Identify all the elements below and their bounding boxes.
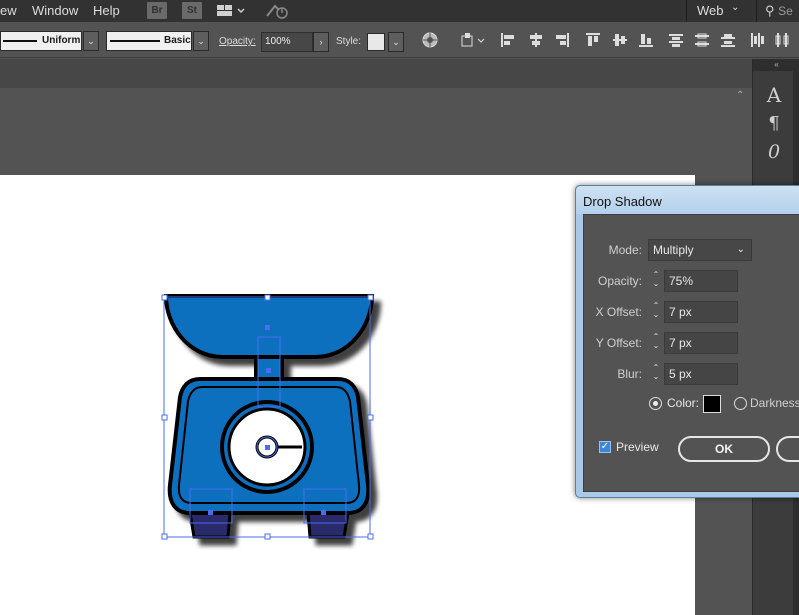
- align-horizontal-center-icon[interactable]: [528, 32, 544, 48]
- workspace-switcher[interactable]: Web ⌄: [686, 0, 752, 22]
- cancel-button[interactable]: [776, 436, 799, 462]
- style-dropdown-button[interactable]: ⌄: [388, 32, 404, 52]
- menu-help[interactable]: Help: [93, 3, 120, 18]
- stroke-line-icon: [3, 40, 37, 42]
- character-panel-icon[interactable]: A: [753, 83, 795, 111]
- dialog-body: Mode: Multiply ⌄ Opacity: ⌃ ⌄ 75% X Offse…: [583, 214, 799, 492]
- chevron-down-icon: ⌄: [736, 244, 745, 255]
- stock-button[interactable]: St: [182, 2, 202, 19]
- blur-input[interactable]: 5 px: [664, 363, 738, 385]
- distribute-bottom-icon[interactable]: [720, 32, 736, 48]
- x-offset-label: X Offset:: [595, 305, 642, 319]
- bridge-button[interactable]: Br: [147, 2, 167, 19]
- align-left-icon[interactable]: [500, 32, 516, 48]
- expand-panels-icon[interactable]: «: [753, 59, 799, 71]
- mode-value: Multiply: [653, 243, 694, 257]
- kitchen-scale-artwork[interactable]: [150, 285, 390, 555]
- radio-dot-icon: [653, 401, 658, 406]
- opacity-input[interactable]: 75%: [664, 270, 738, 292]
- scale-body: [163, 294, 375, 539]
- x-offset-stepper[interactable]: ⌃ ⌄: [650, 301, 662, 323]
- gpu-performance-icon[interactable]: [265, 2, 291, 23]
- align-vertical-center-icon[interactable]: [612, 32, 628, 48]
- align-right-icon[interactable]: [554, 32, 570, 48]
- menu-bar: ew Window Help Br St Web ⌄ ⚲ Se: [0, 0, 799, 22]
- recolor-artwork-icon[interactable]: [421, 31, 439, 52]
- opacity-expand-button[interactable]: ›: [313, 32, 329, 52]
- color-radio[interactable]: [649, 397, 662, 410]
- search-placeholder: Se: [778, 4, 793, 18]
- control-bar: Uniform ⌄ Basic ⌄ Opacity: 100% › Style:…: [0, 22, 799, 58]
- profile-label: Uniform: [42, 35, 81, 46]
- chevron-down-icon: ⌄: [392, 37, 400, 47]
- paragraph-panel-icon[interactable]: ¶: [753, 113, 795, 141]
- scroll-up-icon[interactable]: ⌃: [736, 90, 744, 101]
- align-to-icon[interactable]: [460, 32, 488, 51]
- chevron-right-icon: ›: [319, 37, 323, 47]
- menu-view[interactable]: ew: [0, 3, 17, 18]
- ok-button[interactable]: OK: [678, 436, 770, 462]
- variable-width-profile[interactable]: Uniform: [0, 31, 82, 51]
- search-field[interactable]: ⚲ Se: [756, 0, 799, 22]
- darkness-radio[interactable]: [734, 397, 747, 410]
- shadow-color-swatch[interactable]: [703, 395, 721, 413]
- preview-label: Preview: [616, 440, 659, 454]
- opacity-input[interactable]: 100%: [261, 32, 313, 52]
- blur-stepper[interactable]: ⌃ ⌄: [650, 363, 662, 385]
- document-tab-bar: [0, 59, 752, 88]
- darkness-label: Darkness:: [750, 396, 799, 410]
- blur-label: Blur:: [617, 367, 642, 381]
- distribute-top-icon[interactable]: [668, 32, 684, 48]
- distribute-horizontal-center-icon[interactable]: [774, 32, 790, 48]
- illustrator-window: ew Window Help Br St Web ⌄ ⚲ Se Uniform …: [0, 0, 799, 615]
- mode-label: Mode:: [608, 243, 642, 257]
- brush-definition[interactable]: Basic: [106, 31, 192, 51]
- align-bottom-icon[interactable]: [638, 32, 654, 48]
- dialog-titlebar[interactable]: Drop Shadow: [576, 186, 799, 214]
- distribute-vertical-center-icon[interactable]: [694, 32, 710, 48]
- chevron-down-icon: ⌄: [731, 2, 740, 13]
- x-offset-input[interactable]: 7 px: [664, 301, 738, 323]
- profile-dropdown-button[interactable]: ⌄: [83, 31, 99, 51]
- arrange-documents-icon[interactable]: [216, 3, 246, 22]
- brush-label: Basic: [164, 35, 191, 46]
- menu-window[interactable]: Window: [32, 3, 78, 18]
- opacity-label: Opacity:: [597, 274, 642, 288]
- search-icon: ⚲: [765, 3, 775, 18]
- workspace-label: Web: [697, 3, 724, 18]
- y-offset-label: Y Offset:: [595, 336, 642, 350]
- mode-select[interactable]: Multiply ⌄: [648, 239, 752, 261]
- brush-line-icon: [110, 40, 160, 42]
- color-label: Color:: [667, 396, 700, 410]
- y-offset-input[interactable]: 7 px: [664, 332, 738, 354]
- chevron-down-icon: ⌄: [87, 36, 95, 46]
- opacity-stepper[interactable]: ⌃ ⌄: [650, 270, 662, 292]
- align-top-icon[interactable]: [585, 32, 601, 48]
- opacity-label[interactable]: Opacity:: [219, 36, 256, 47]
- brush-dropdown-button[interactable]: ⌄: [193, 31, 209, 51]
- distribute-left-icon[interactable]: [749, 32, 765, 48]
- dialog-title: Drop Shadow: [583, 194, 662, 209]
- drop-shadow-dialog: Drop Shadow Mode: Multiply ⌄ Opacity: ⌃ ⌄…: [575, 185, 799, 498]
- opentype-panel-icon[interactable]: 0: [753, 141, 795, 169]
- y-offset-stepper[interactable]: ⌃ ⌄: [650, 332, 662, 354]
- graphic-style-swatch[interactable]: [367, 33, 385, 51]
- style-label: Style:: [336, 36, 362, 47]
- chevron-down-icon: ⌄: [197, 36, 205, 46]
- preview-checkbox[interactable]: ✓: [599, 441, 611, 453]
